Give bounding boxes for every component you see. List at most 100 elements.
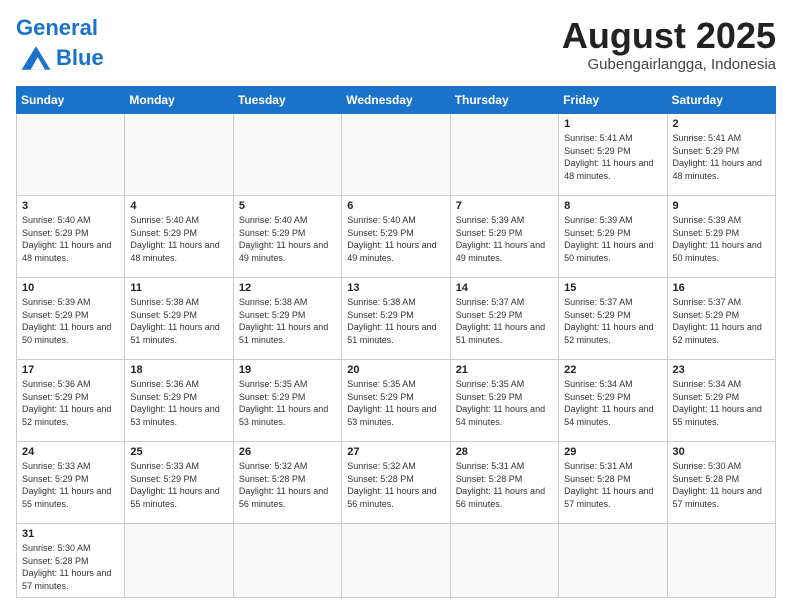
day-number: 17 — [22, 364, 119, 376]
day-info: Sunrise: 5:41 AM Sunset: 5:29 PM Dayligh… — [564, 132, 661, 182]
day-info: Sunrise: 5:30 AM Sunset: 5:28 PM Dayligh… — [22, 542, 119, 592]
calendar-cell — [233, 524, 341, 597]
logo-text: General — [16, 16, 104, 40]
calendar-week-4: 17 Sunrise: 5:36 AM Sunset: 5:29 PM Dayli… — [17, 360, 776, 442]
day-number: 13 — [347, 282, 444, 294]
day-number: 25 — [130, 446, 227, 458]
calendar-cell: 6 Sunrise: 5:40 AM Sunset: 5:29 PM Daylig… — [342, 196, 450, 278]
calendar-cell: 12Sunrise: 5:38 AM Sunset: 5:29 PM Dayli… — [233, 278, 341, 360]
calendar-cell: 26Sunrise: 5:32 AM Sunset: 5:28 PM Dayli… — [233, 442, 341, 524]
day-info: Sunrise: 5:40 AM Sunset: 5:29 PM Dayligh… — [22, 214, 119, 264]
calendar-cell: 1 Sunrise: 5:41 AM Sunset: 5:29 PM Daylig… — [559, 114, 667, 196]
logo-general: General — [16, 15, 98, 40]
calendar-cell: 30 Sunrise: 5:30 AM Sunset: 5:28 PM Dayli… — [667, 442, 775, 524]
day-info: Sunrise: 5:33 AM Sunset: 5:29 PM Dayligh… — [22, 460, 119, 510]
day-number: 31 — [22, 528, 119, 540]
day-info: Sunrise: 5:37 AM Sunset: 5:29 PM Dayligh… — [564, 296, 661, 346]
calendar-cell: 11Sunrise: 5:38 AM Sunset: 5:29 PM Dayli… — [125, 278, 233, 360]
day-number: 2 — [673, 118, 770, 130]
day-info: Sunrise: 5:39 AM Sunset: 5:29 PM Dayligh… — [22, 296, 119, 346]
day-info: Sunrise: 5:37 AM Sunset: 5:29 PM Dayligh… — [456, 296, 553, 346]
weekday-header-monday: Monday — [125, 87, 233, 114]
title-block: August 2025 Gubengairlangga, Indonesia — [562, 16, 776, 73]
calendar-cell: 20Sunrise: 5:35 AM Sunset: 5:29 PM Dayli… — [342, 360, 450, 442]
calendar-cell — [667, 524, 775, 597]
day-info: Sunrise: 5:32 AM Sunset: 5:28 PM Dayligh… — [347, 460, 444, 510]
day-number: 10 — [22, 282, 119, 294]
day-info: Sunrise: 5:34 AM Sunset: 5:29 PM Dayligh… — [673, 378, 770, 428]
day-number: 9 — [673, 200, 770, 212]
day-number: 5 — [239, 200, 336, 212]
calendar-cell: 10 Sunrise: 5:39 AM Sunset: 5:29 PM Dayli… — [17, 278, 125, 360]
day-number: 19 — [239, 364, 336, 376]
day-number: 18 — [130, 364, 227, 376]
day-number: 22 — [564, 364, 661, 376]
page-header: General Blue August 2025 Gubengairlangga… — [16, 16, 776, 76]
day-number: 4 — [130, 200, 227, 212]
calendar-cell: 13 Sunrise: 5:38 AM Sunset: 5:29 PM Dayli… — [342, 278, 450, 360]
day-info: Sunrise: 5:41 AM Sunset: 5:29 PM Dayligh… — [673, 132, 770, 182]
day-info: Sunrise: 5:30 AM Sunset: 5:28 PM Dayligh… — [673, 460, 770, 510]
calendar-cell: 28Sunrise: 5:31 AM Sunset: 5:28 PM Dayli… — [450, 442, 558, 524]
calendar-cell — [559, 524, 667, 597]
day-info: Sunrise: 5:40 AM Sunset: 5:29 PM Dayligh… — [239, 214, 336, 264]
day-info: Sunrise: 5:34 AM Sunset: 5:29 PM Dayligh… — [564, 378, 661, 428]
calendar-cell — [17, 114, 125, 196]
calendar-cell — [450, 524, 558, 597]
day-number: 24 — [22, 446, 119, 458]
calendar-cell: 25 Sunrise: 5:33 AM Sunset: 5:29 PM Dayli… — [125, 442, 233, 524]
calendar-cell: 24 Sunrise: 5:33 AM Sunset: 5:29 PM Dayli… — [17, 442, 125, 524]
day-number: 30 — [673, 446, 770, 458]
calendar-cell — [450, 114, 558, 196]
calendar-cell: 8Sunrise: 5:39 AM Sunset: 5:29 PM Daylig… — [559, 196, 667, 278]
logo-blue: Blue — [56, 45, 104, 71]
day-info: Sunrise: 5:33 AM Sunset: 5:29 PM Dayligh… — [130, 460, 227, 510]
logo: General Blue — [16, 16, 104, 76]
day-number: 7 — [456, 200, 553, 212]
weekday-header-saturday: Saturday — [667, 87, 775, 114]
calendar-week-2: 3Sunrise: 5:40 AM Sunset: 5:29 PM Daylig… — [17, 196, 776, 278]
day-info: Sunrise: 5:40 AM Sunset: 5:29 PM Dayligh… — [347, 214, 444, 264]
calendar-cell: 31 Sunrise: 5:30 AM Sunset: 5:28 PM Dayli… — [17, 524, 125, 597]
calendar-cell: 23 Sunrise: 5:34 AM Sunset: 5:29 PM Dayli… — [667, 360, 775, 442]
calendar-cell — [342, 524, 450, 597]
day-info: Sunrise: 5:39 AM Sunset: 5:29 PM Dayligh… — [673, 214, 770, 264]
calendar-cell: 3Sunrise: 5:40 AM Sunset: 5:29 PM Daylig… — [17, 196, 125, 278]
weekday-header-tuesday: Tuesday — [233, 87, 341, 114]
day-number: 12 — [239, 282, 336, 294]
calendar-cell: 15Sunrise: 5:37 AM Sunset: 5:29 PM Dayli… — [559, 278, 667, 360]
day-number: 26 — [239, 446, 336, 458]
calendar-body: 1 Sunrise: 5:41 AM Sunset: 5:29 PM Daylig… — [17, 114, 776, 597]
calendar-cell: 9 Sunrise: 5:39 AM Sunset: 5:29 PM Daylig… — [667, 196, 775, 278]
day-info: Sunrise: 5:35 AM Sunset: 5:29 PM Dayligh… — [239, 378, 336, 428]
day-number: 1 — [564, 118, 661, 130]
day-info: Sunrise: 5:39 AM Sunset: 5:29 PM Dayligh… — [456, 214, 553, 264]
day-info: Sunrise: 5:38 AM Sunset: 5:29 PM Dayligh… — [347, 296, 444, 346]
calendar-week-6: 31 Sunrise: 5:30 AM Sunset: 5:28 PM Dayli… — [17, 524, 776, 597]
calendar-cell: 4 Sunrise: 5:40 AM Sunset: 5:29 PM Daylig… — [125, 196, 233, 278]
calendar-cell: 22 Sunrise: 5:34 AM Sunset: 5:29 PM Dayli… — [559, 360, 667, 442]
calendar-cell — [125, 524, 233, 597]
calendar-cell: 7 Sunrise: 5:39 AM Sunset: 5:29 PM Daylig… — [450, 196, 558, 278]
day-number: 6 — [347, 200, 444, 212]
weekday-header-row: SundayMondayTuesdayWednesdayThursdayFrid… — [17, 87, 776, 114]
day-info: Sunrise: 5:36 AM Sunset: 5:29 PM Dayligh… — [130, 378, 227, 428]
calendar-cell: 5 Sunrise: 5:40 AM Sunset: 5:29 PM Daylig… — [233, 196, 341, 278]
day-info: Sunrise: 5:31 AM Sunset: 5:28 PM Dayligh… — [564, 460, 661, 510]
day-info: Sunrise: 5:40 AM Sunset: 5:29 PM Dayligh… — [130, 214, 227, 264]
day-number: 23 — [673, 364, 770, 376]
day-number: 29 — [564, 446, 661, 458]
logo-icon — [18, 40, 54, 76]
day-info: Sunrise: 5:36 AM Sunset: 5:29 PM Dayligh… — [22, 378, 119, 428]
day-number: 14 — [456, 282, 553, 294]
day-number: 16 — [673, 282, 770, 294]
day-info: Sunrise: 5:31 AM Sunset: 5:28 PM Dayligh… — [456, 460, 553, 510]
weekday-header-friday: Friday — [559, 87, 667, 114]
calendar-cell — [342, 114, 450, 196]
calendar-cell: 16Sunrise: 5:37 AM Sunset: 5:29 PM Dayli… — [667, 278, 775, 360]
calendar-cell: 2 Sunrise: 5:41 AM Sunset: 5:29 PM Daylig… — [667, 114, 775, 196]
day-number: 21 — [456, 364, 553, 376]
day-info: Sunrise: 5:39 AM Sunset: 5:29 PM Dayligh… — [564, 214, 661, 264]
calendar-cell: 21Sunrise: 5:35 AM Sunset: 5:29 PM Dayli… — [450, 360, 558, 442]
day-info: Sunrise: 5:35 AM Sunset: 5:29 PM Dayligh… — [347, 378, 444, 428]
